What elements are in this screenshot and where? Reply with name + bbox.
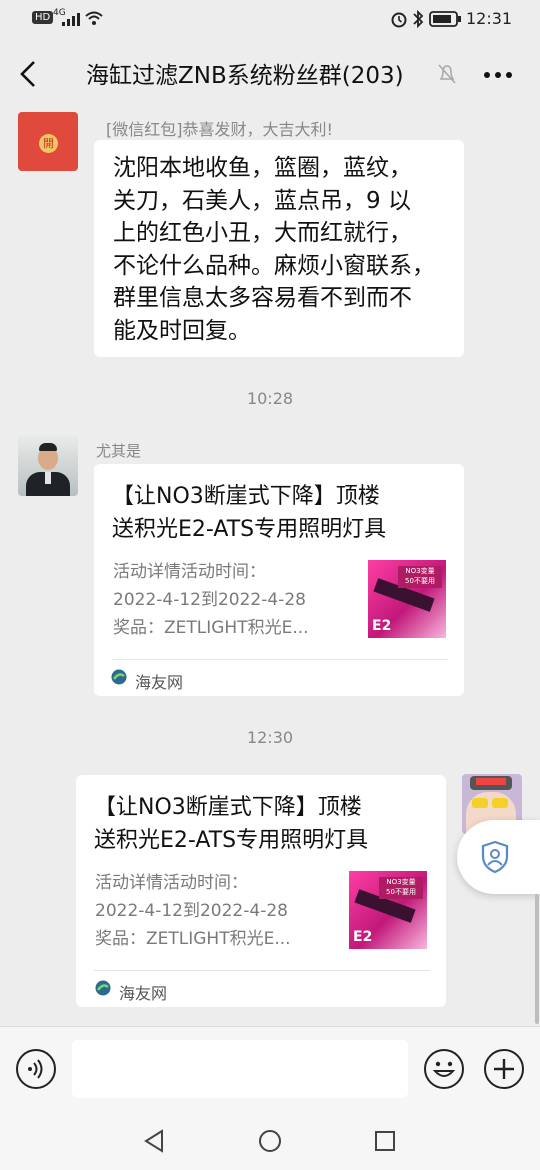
thumb-caption: NO3变量 50不要用 (379, 877, 423, 899)
emoji-icon[interactable] (424, 1049, 464, 1089)
card-desc-line: 2022-4-12到2022-4-28 (113, 590, 306, 610)
text-message-body: 沈阳本地收鱼，篮圈，蓝纹， 关刀，石美人，蓝点吊，9 以 上的红色小丑，大而红就… (113, 152, 435, 347)
text-line: 沈阳本地收鱼，篮圈，蓝纹， (113, 155, 412, 181)
card-thumbnail: NO3变量 50不要用 E2 (368, 560, 446, 638)
bluetooth-icon (413, 9, 424, 29)
text-line: 关刀，石美人，蓝点吊，9 以 (113, 187, 411, 214)
text-line: 群里信息太多容易看不到而不 (113, 285, 412, 311)
bell-off-icon (438, 64, 456, 84)
chat-header: 海缸过滤ZNB系统粉丝群(203) (0, 38, 540, 108)
more-icon[interactable] (483, 71, 513, 79)
voice-icon[interactable] (16, 1049, 56, 1089)
square-recent-icon[interactable] (374, 1130, 396, 1152)
card-description: 活动详情活动时间： 2022-4-12到2022-4-28 奖品：ZETLIGH… (95, 869, 333, 953)
wifi-icon (85, 11, 103, 25)
card-title-line: 【让NO3断崖式下降】顶楼 (94, 795, 362, 820)
circle-home-icon[interactable] (258, 1129, 282, 1153)
card-divider (94, 970, 430, 971)
site-logo-icon (95, 980, 111, 996)
signal-icon (62, 13, 80, 26)
timestamp: 12:30 (246, 728, 294, 747)
card-title-line: 送积光E2-ATS专用照明灯具 (112, 517, 387, 542)
card-title: 【让NO3断崖式下降】顶楼 送积光E2-ATS专用照明灯具 (112, 480, 386, 546)
card-source: 海友网 (119, 984, 168, 1003)
card-desc-line: 奖品：ZETLIGHT积光E... (95, 929, 291, 949)
thumb-caption: NO3变量 50不要用 (398, 566, 442, 588)
card-title: 【让NO3断崖式下降】顶楼 送积光E2-ATS专用照明灯具 (94, 791, 368, 857)
text-line: 能及时回复。 (113, 317, 251, 344)
message-input[interactable] (72, 1040, 408, 1098)
shield-icon (481, 840, 509, 874)
system-nav-bar (0, 1112, 540, 1170)
security-float-button[interactable] (457, 820, 540, 894)
red-packet-notice: [微信红包]恭喜发财，大吉大利! (106, 116, 333, 140)
card-title-line: 【让NO3断崖式下降】顶楼 (112, 484, 380, 509)
card-thumbnail: NO3变量 50不要用 E2 (349, 871, 427, 949)
text-message-bubble[interactable]: 沈阳本地收鱼，篮圈，蓝纹， 关刀，石美人，蓝点吊，9 以 上的红色小丑，大而红就… (94, 140, 464, 357)
timestamp: 10:28 (246, 389, 294, 408)
card-desc-line: 2022-4-12到2022-4-28 (95, 901, 288, 921)
status-bar: HD 4G 12:31 (0, 0, 540, 38)
alarm-icon (391, 12, 407, 28)
battery-icon (429, 11, 461, 27)
red-packet-greeting: 恭喜发财，大吉大利! (182, 120, 333, 139)
page-title: 海缸过滤ZNB系统粉丝群(203) (86, 63, 404, 89)
card-desc-line: 活动详情活动时间： (95, 873, 248, 893)
red-packet-seal: 開 (39, 134, 58, 153)
card-source: 海友网 (135, 673, 184, 692)
link-card[interactable]: 【让NO3断崖式下降】顶楼 送积光E2-ATS专用照明灯具 活动详情活动时间： … (76, 775, 446, 1007)
clock: 12:31 (466, 9, 513, 28)
sender-name: 尤其是 (96, 442, 142, 460)
red-packet-label: [微信红包] (106, 120, 183, 139)
chevron-left-icon[interactable] (18, 60, 38, 88)
red-packet-avatar[interactable]: 開 (18, 112, 78, 171)
triangle-back-icon[interactable] (143, 1129, 165, 1153)
scrollbar[interactable] (535, 894, 539, 1024)
plus-icon[interactable] (484, 1049, 524, 1089)
card-desc-line: 奖品：ZETLIGHT积光E... (113, 618, 309, 638)
avatar[interactable] (18, 436, 78, 496)
card-divider (112, 659, 448, 660)
card-title-line: 送积光E2-ATS专用照明灯具 (94, 828, 369, 853)
card-desc-line: 活动详情活动时间： (113, 562, 266, 582)
site-logo-icon (111, 669, 127, 685)
card-description: 活动详情活动时间： 2022-4-12到2022-4-28 奖品：ZETLIGH… (113, 558, 351, 642)
input-bar (0, 1026, 540, 1113)
hd-badge: HD (32, 11, 54, 24)
link-card[interactable]: 【让NO3断崖式下降】顶楼 送积光E2-ATS专用照明灯具 活动详情活动时间： … (94, 464, 464, 696)
text-line: 上的红色小丑，大而红就行， (113, 220, 412, 246)
text-line: 不论什么品种。麻烦小窗联系， (113, 252, 435, 279)
